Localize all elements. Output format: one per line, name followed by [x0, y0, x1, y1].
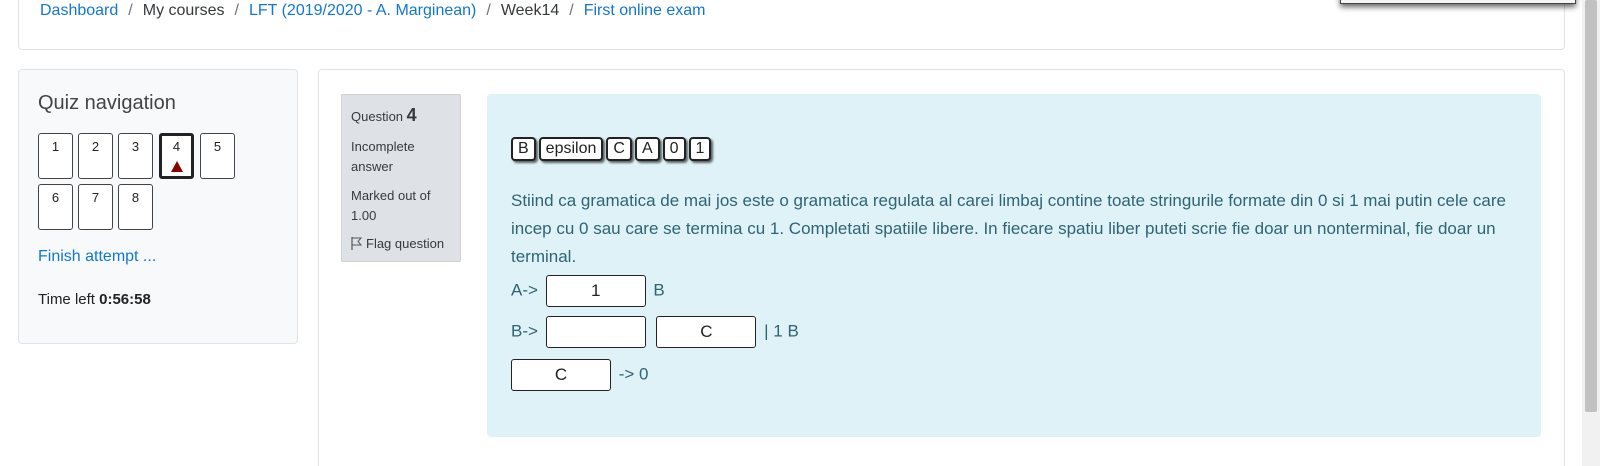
drag-token[interactable]: A	[634, 137, 660, 161]
drop-slot[interactable]: C	[511, 358, 611, 391]
rule-2-prefix: B->	[511, 321, 538, 341]
quiz-nav-button-3[interactable]: 3	[118, 133, 153, 179]
rule-1-prefix: A->	[511, 280, 538, 300]
popup-edge	[1340, 0, 1576, 4]
quiz-navigation-block: Quiz navigation 1 2 3 4 5 6 7 8 Finish a…	[18, 69, 298, 344]
drop-slot[interactable]: C	[656, 315, 757, 348]
question-info-box: Question 4 Incomplete answer Marked out …	[341, 94, 461, 262]
drop-slot[interactable]	[545, 315, 646, 348]
drop-slot[interactable]: 1	[545, 274, 646, 307]
quiz-nav-button-2[interactable]: 2	[78, 133, 113, 179]
breadcrumb-course-link[interactable]: LFT (2019/2020 - A. Marginean)	[249, 2, 476, 19]
flag-question-button[interactable]: Flag question	[351, 236, 444, 251]
breadcrumb-dashboard-link[interactable]: Dashboard	[40, 2, 118, 19]
flagged-triangle-icon	[171, 161, 183, 172]
flag-icon	[351, 237, 362, 250]
quiz-nav-button-1[interactable]: 1	[38, 133, 73, 179]
quiz-nav-button-7[interactable]: 7	[78, 184, 113, 230]
question-content: Bepsilon C A 0 1 Stiind ca gramatica de mai …	[487, 94, 1541, 437]
flag-question-label: Flag question	[366, 236, 445, 251]
quiz-nav-button-5[interactable]: 5	[200, 133, 235, 179]
page-scrollbar[interactable]	[1582, 0, 1600, 466]
question-label: Question	[351, 109, 404, 124]
question-text: Stiind ca gramatica de mai jos este o gr…	[511, 191, 1506, 266]
time-left-label: Time left	[38, 291, 95, 308]
drag-token[interactable]: 0	[662, 137, 686, 161]
breadcrumb-separator: /	[486, 2, 491, 19]
question-state: Incomplete answer	[351, 139, 415, 174]
drag-token[interactable]: C	[606, 137, 632, 161]
finish-attempt-link[interactable]: Finish attempt ...	[38, 248, 156, 266]
time-left: Time left 0:56:58	[38, 291, 151, 308]
breadcrumb-separator: /	[234, 2, 239, 19]
time-left-value: 0:56:58	[99, 291, 151, 308]
quiz-nav-button-4-label: 4	[172, 139, 181, 154]
question-number: Question 4	[351, 105, 417, 126]
scrollbar-thumb[interactable]	[1585, 0, 1597, 412]
breadcrumb-quiz-link[interactable]: First online exam	[584, 2, 706, 19]
drag-token[interactable]: B	[511, 137, 536, 161]
grammar-rule-2: B-> C | 1 B	[511, 315, 799, 348]
quiz-nav-button-8[interactable]: 8	[118, 184, 153, 230]
breadcrumb-my-courses: My courses	[142, 2, 225, 19]
rule-1-suffix: B	[653, 280, 665, 300]
draggable-token-bank: Bepsilon C A 0 1	[511, 137, 714, 161]
grammar-rule-1: A-> 1 B	[511, 274, 665, 307]
quiz-nav-button-4[interactable]: 4	[159, 133, 194, 179]
quiz-navigation-title: Quiz navigation	[38, 92, 176, 114]
drag-token[interactable]: 1	[688, 137, 712, 161]
rule-3-suffix: -> 0	[618, 364, 649, 384]
drag-token[interactable]: epsilon	[538, 137, 604, 161]
question-number-value: 4	[406, 105, 417, 125]
breadcrumb-separator: /	[569, 2, 574, 19]
question-grade: Marked out of 1.00	[351, 188, 431, 223]
breadcrumb: Dashboard / My courses / LFT (2019/2020 - A.…	[40, 0, 706, 22]
rule-2-suffix: | 1 B	[764, 321, 799, 341]
grammar-rule-3: C -> 0	[511, 358, 649, 391]
breadcrumb-separator: /	[128, 2, 133, 19]
quiz-nav-button-6[interactable]: 6	[38, 184, 73, 230]
breadcrumb-week: Week14	[500, 2, 560, 19]
